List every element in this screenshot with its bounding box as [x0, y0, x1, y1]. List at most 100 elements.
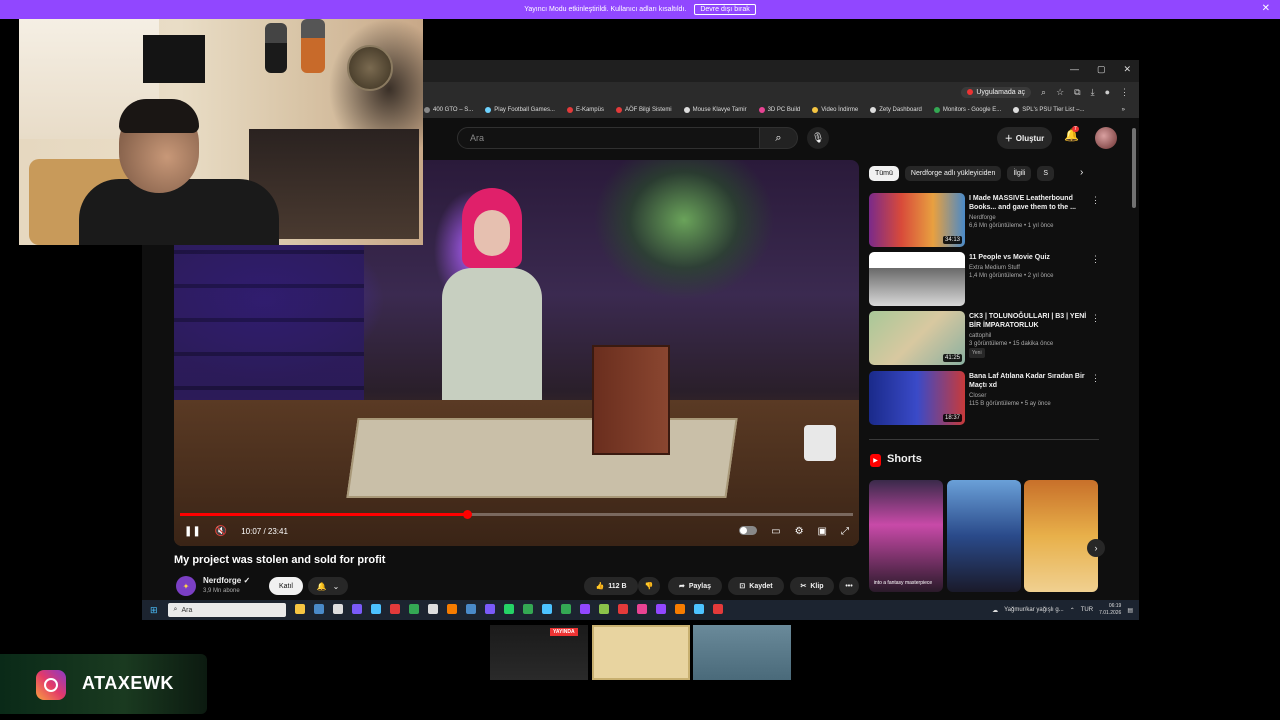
- taskbar-app-icon[interactable]: [712, 604, 723, 614]
- browser-menu-icon[interactable]: ⋮: [1120, 87, 1129, 98]
- taskbar-app-icon[interactable]: [579, 604, 590, 614]
- recommended-channel-name[interactable]: Extra Medium Stuff: [969, 264, 1094, 272]
- bookmark-item[interactable]: Video İndirme: [812, 107, 858, 113]
- taskbar-app-icon[interactable]: [503, 604, 514, 614]
- filter-chip-related[interactable]: İlgili: [1007, 166, 1032, 181]
- taskbar-app-icon[interactable]: [560, 604, 571, 614]
- taskbar-app-icon[interactable]: [332, 604, 343, 614]
- create-button[interactable]: ＋ Oluştur: [997, 127, 1052, 149]
- bookmark-item[interactable]: SPL's PSU Tier List –...: [1013, 107, 1084, 113]
- more-options-icon[interactable]: ⋮: [1091, 313, 1100, 324]
- taskbar-search-input[interactable]: ⌕ Ara: [167, 603, 286, 617]
- bookmark-item[interactable]: Mouse Klavye Tamir: [683, 107, 747, 113]
- downloads-icon[interactable]: ⤓: [1091, 87, 1095, 98]
- close-banner-icon[interactable]: ✕: [1262, 3, 1270, 14]
- filter-chip-all[interactable]: Tümü: [869, 166, 899, 181]
- video-thumbnail[interactable]: 34:13: [869, 193, 965, 247]
- pause-icon[interactable]: ❚❚: [184, 526, 201, 537]
- voice-search-button[interactable]: 🎙: [807, 127, 829, 149]
- taskbar-app-icon[interactable]: [522, 604, 533, 614]
- taskbar-app-icon[interactable]: [617, 604, 628, 614]
- taskbar-app-icon[interactable]: [693, 604, 704, 614]
- recommended-video-title[interactable]: I Made MASSIVE Leatherbound Books... and…: [969, 194, 1087, 212]
- clip-button[interactable]: ✂ Klip: [790, 577, 834, 595]
- open-in-app-button[interactable]: Uygulamada aç: [961, 86, 1032, 98]
- taskbar-app-icon[interactable]: [351, 604, 362, 614]
- taskbar-clock[interactable]: 06:19 7.01.2026: [1099, 603, 1121, 617]
- recommended-video[interactable]: 18:37 Bana Laf Atılana Kadar Sıradan Bir …: [869, 371, 1100, 425]
- taskbar-app-icon[interactable]: [598, 604, 609, 614]
- filter-chip-uploader[interactable]: Nerdforge adlı yükleyiciden: [904, 166, 1002, 181]
- taskbar-app-icon[interactable]: [655, 604, 666, 614]
- taskbar-app-icon[interactable]: [636, 604, 647, 614]
- fullscreen-icon[interactable]: ⤢: [841, 526, 849, 537]
- page-scrollbar[interactable]: [1132, 128, 1136, 208]
- search-input[interactable]: Ara: [457, 127, 760, 149]
- share-button[interactable]: ➦ Paylaş: [668, 577, 722, 595]
- minimize-button[interactable]: —: [1070, 64, 1079, 75]
- recommended-video[interactable]: 11 People vs Movie Quiz Extra Medium Stuf…: [869, 252, 1100, 306]
- save-button[interactable]: ⊡ Kaydet: [728, 577, 784, 595]
- more-options-icon[interactable]: ⋮: [1091, 373, 1100, 384]
- more-actions-button[interactable]: •••: [839, 577, 859, 595]
- notifications-icon[interactable]: ▤: [1127, 607, 1133, 614]
- channel-avatar[interactable]: ✦: [176, 576, 196, 596]
- taskbar-app-icon[interactable]: [313, 604, 324, 614]
- dislike-button[interactable]: 👎: [638, 577, 660, 595]
- video-thumbnail[interactable]: [869, 252, 965, 306]
- more-options-icon[interactable]: ⋮: [1091, 254, 1100, 265]
- bookmark-item[interactable]: Monitors - Google E...: [933, 107, 1001, 113]
- bookmark-item[interactable]: Zety Dashboard: [870, 107, 922, 113]
- bookmark-item[interactable]: 400 GTO – S...: [424, 107, 473, 113]
- language-indicator[interactable]: TUR: [1081, 607, 1093, 613]
- bookmark-star-icon[interactable]: ☆: [1056, 87, 1064, 98]
- taskbar-app-icon[interactable]: [674, 604, 685, 614]
- profile-icon[interactable]: ●: [1105, 87, 1110, 97]
- tray-chevron-icon[interactable]: ⌃: [1070, 607, 1075, 614]
- close-window-button[interactable]: ✕: [1123, 64, 1131, 75]
- bookmark-item[interactable]: 3D PC Build: [758, 107, 800, 113]
- settings-gear-icon[interactable]: ⚙: [795, 526, 804, 537]
- taskbar-app-icon[interactable]: [294, 604, 305, 614]
- weather-icon[interactable]: ☁: [992, 607, 998, 614]
- taskbar-app-icon[interactable]: [427, 604, 438, 614]
- more-options-icon[interactable]: ⋮: [1091, 195, 1100, 206]
- taskbar-app-icon[interactable]: [484, 604, 495, 614]
- windows-start-icon[interactable]: ⊞: [150, 605, 158, 616]
- recommended-channel-name[interactable]: cattophil: [969, 332, 1094, 340]
- taskbar-app-icon[interactable]: [541, 604, 552, 614]
- autoplay-toggle[interactable]: [739, 525, 758, 535]
- recommended-video[interactable]: 34:13 I Made MASSIVE Leatherbound Books..…: [869, 193, 1100, 247]
- bookmarks-overflow-icon[interactable]: »: [1122, 107, 1139, 113]
- channel-name[interactable]: Nerdforge ✓: [203, 576, 250, 585]
- recommended-video[interactable]: 41:25 CK3 | TOLUNOĞULLARI | B3 | YENİ BİR…: [869, 311, 1100, 365]
- filter-chip-more[interactable]: S: [1037, 166, 1055, 181]
- recommended-video-title[interactable]: 11 People vs Movie Quiz: [969, 253, 1087, 262]
- video-thumbnail[interactable]: 18:37: [869, 371, 965, 425]
- taskbar-app-icon[interactable]: [446, 604, 457, 614]
- subtitles-icon[interactable]: ▭: [771, 526, 780, 537]
- disable-streamer-mode-button[interactable]: Devre dışı bırak: [694, 4, 756, 15]
- miniplayer-icon[interactable]: ▣: [818, 526, 827, 537]
- extensions-icon[interactable]: ⧉: [1074, 87, 1080, 98]
- like-button[interactable]: 👍 112 B: [584, 577, 638, 595]
- zoom-icon[interactable]: ⌕: [1041, 87, 1046, 98]
- bookmark-item[interactable]: AÖF Bilgi Sistemi: [615, 107, 672, 113]
- recommended-video-title[interactable]: Bana Laf Atılana Kadar Sıradan Bir Maçtı…: [969, 372, 1087, 390]
- chevron-right-icon[interactable]: ›: [1080, 167, 1083, 178]
- video-thumbnail[interactable]: 41:25: [869, 311, 965, 365]
- maximize-button[interactable]: ▢: [1097, 64, 1106, 75]
- taskbar-app-icon[interactable]: [408, 604, 419, 614]
- short-thumbnail[interactable]: [1024, 480, 1098, 592]
- recommended-channel-name[interactable]: Nerdforge: [969, 214, 1094, 222]
- recommended-channel-name[interactable]: Closer: [969, 392, 1094, 400]
- recommended-video-title[interactable]: CK3 | TOLUNOĞULLARI | B3 | YENİ BİR İMPA…: [969, 312, 1087, 330]
- shorts-next-chevron-icon[interactable]: ›: [1087, 539, 1105, 557]
- mute-icon[interactable]: 🔇: [215, 526, 227, 537]
- short-thumbnail[interactable]: [947, 480, 1021, 592]
- weather-text[interactable]: Yağmur/kar yağışlı g...: [1004, 607, 1064, 613]
- bookmark-item[interactable]: E-Kampüs: [566, 107, 604, 113]
- search-button[interactable]: ⌕: [760, 127, 798, 149]
- subscription-bell-button[interactable]: 🔔 ⌄: [308, 577, 348, 595]
- taskbar-app-icon[interactable]: [389, 604, 400, 614]
